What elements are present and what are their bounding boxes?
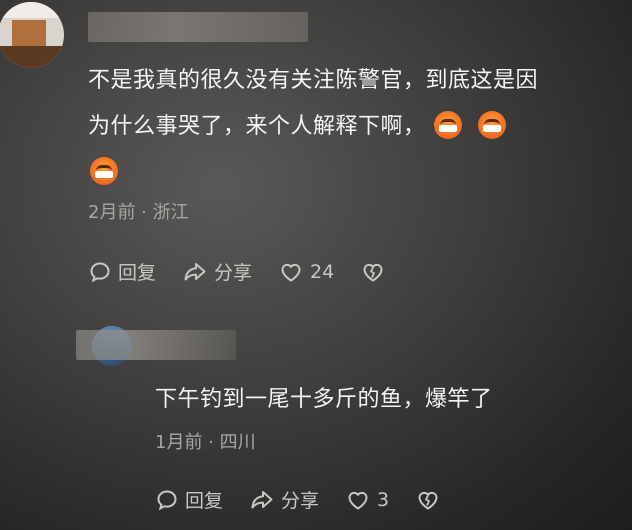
share-button[interactable]: 分享 (182, 258, 252, 285)
reply-share-button[interactable]: 分享 (249, 486, 319, 513)
reply-meta: 1月前 · 四川 (155, 432, 256, 453)
reply-like-button[interactable]: 3 (345, 488, 389, 512)
avatar[interactable] (0, 2, 64, 68)
dislike-button[interactable] (360, 260, 392, 284)
grinning-face-emoji-icon (90, 157, 118, 185)
comment-text-line2: 为什么事哭了，来个人解释下啊， (88, 114, 426, 139)
heart-icon (281, 263, 301, 281)
comment-meta: 2月前 · 浙江 (88, 202, 189, 223)
reply-username-blurred (76, 330, 236, 360)
like-count: 3 (377, 488, 390, 511)
reply-label: 回复 (185, 490, 224, 512)
reply-button[interactable]: 回复 (88, 258, 156, 285)
grinning-face-emoji-icon (477, 111, 506, 139)
share-label: 分享 (214, 262, 253, 284)
comment-text-line1: 不是我真的很久没有关注陈警官，到底这是因 (88, 68, 539, 93)
username-blurred (88, 12, 308, 42)
comment-actions: 回复 分享 24 (88, 258, 418, 285)
like-button[interactable]: 24 (278, 260, 334, 284)
heart-icon (348, 491, 368, 509)
broken-heart-icon (418, 491, 438, 509)
share-arrow-icon (251, 490, 273, 508)
reply-text: 下午钓到一尾十多斤的鱼，爆竿了 (155, 387, 493, 412)
reply-dislike-button[interactable] (415, 488, 447, 512)
reply-actions: 回复 分享 3 (155, 486, 473, 513)
reply-label: 回复 (118, 262, 157, 284)
reply-bubble-icon (157, 489, 177, 510)
comment-text: 不是我真的很久没有关注陈警官，到底这是因 为什么事哭了，来个人解释下啊， (88, 58, 618, 196)
reply-reply-button[interactable]: 回复 (155, 486, 223, 513)
reply-bubble-icon (90, 261, 110, 282)
like-count: 24 (310, 260, 335, 283)
share-label: 分享 (281, 490, 320, 512)
broken-heart-icon (363, 263, 383, 281)
grinning-face-emoji-icon (433, 111, 462, 139)
share-arrow-icon (184, 262, 206, 280)
